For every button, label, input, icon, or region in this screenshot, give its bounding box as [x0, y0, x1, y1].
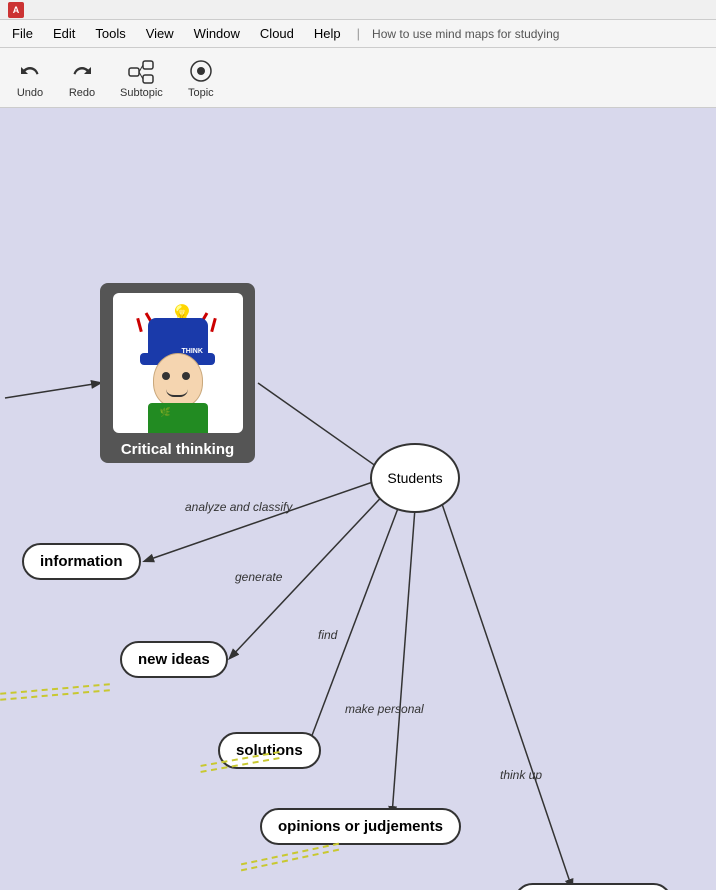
solutions-node[interactable]: solutions: [218, 732, 321, 769]
menu-bar: File Edit Tools View Window Cloud Help |…: [0, 20, 716, 48]
undo-icon: [16, 57, 44, 85]
critical-thinking-label: Critical thinking: [121, 441, 234, 462]
edge-label-generate: generate: [235, 570, 282, 584]
figure-head: [153, 353, 203, 408]
toolbar: Undo Redo Subtopic Topic: [0, 48, 716, 108]
information-node[interactable]: information: [22, 543, 141, 580]
deco-line-2: [0, 689, 110, 701]
topic-label: Topic: [188, 87, 214, 99]
menu-help[interactable]: Help: [310, 24, 345, 43]
spike-right2: [210, 317, 217, 331]
information-label: information: [40, 553, 123, 570]
subtopic-button[interactable]: Subtopic: [120, 57, 163, 99]
subtopic-label: Subtopic: [120, 87, 163, 99]
students-label: Students: [387, 470, 442, 486]
opinions-label: opinions or judjements: [278, 818, 443, 835]
edge-label-analyze: analyze and classify: [185, 500, 292, 514]
redo-label: Redo: [69, 87, 95, 99]
deco-line-6: [241, 849, 339, 872]
menu-window[interactable]: Window: [190, 24, 244, 43]
connection-lines: [0, 108, 716, 890]
topic-button[interactable]: Topic: [187, 57, 215, 99]
opinions-node[interactable]: opinions or judjements: [260, 808, 461, 845]
undo-label: Undo: [17, 87, 43, 99]
title-bar: A: [0, 0, 716, 20]
menu-file[interactable]: File: [8, 24, 37, 43]
redo-icon: [68, 57, 96, 85]
new-ideas-node[interactable]: new ideas: [120, 641, 228, 678]
menu-cloud[interactable]: Cloud: [256, 24, 298, 43]
canvas[interactable]: analyze and classify generate find make …: [0, 108, 716, 890]
menu-hint: How to use mind maps for studying: [372, 27, 559, 41]
menu-separator: |: [357, 26, 360, 41]
menu-tools[interactable]: Tools: [91, 24, 129, 43]
critical-thinking-image: 💡 THINKINGCAP: [113, 293, 243, 433]
deco-line-1: [0, 683, 110, 695]
subtopic-icon: [127, 57, 155, 85]
app-icon: A: [8, 2, 24, 18]
topic-icon: [187, 57, 215, 85]
spike-left2: [136, 317, 143, 331]
deco-line-5: [241, 843, 339, 866]
edge-label-think-up: think up: [500, 768, 542, 782]
figure-body: 🌿: [148, 403, 208, 433]
edge-label-find: find: [318, 628, 337, 642]
edge-label-make-personal: make personal: [345, 702, 424, 716]
menu-view[interactable]: View: [142, 24, 178, 43]
menu-edit[interactable]: Edit: [49, 24, 79, 43]
undo-button[interactable]: Undo: [16, 57, 44, 99]
students-node[interactable]: Students: [370, 443, 460, 513]
critical-thinking-node[interactable]: 💡 THINKINGCAP: [100, 283, 255, 463]
redo-button[interactable]: Redo: [68, 57, 96, 99]
hat: THINKINGCAP: [148, 318, 208, 358]
new-connections-node[interactable]: new connections: [514, 883, 672, 890]
solutions-label: solutions: [236, 742, 303, 759]
new-ideas-label: new ideas: [138, 651, 210, 668]
